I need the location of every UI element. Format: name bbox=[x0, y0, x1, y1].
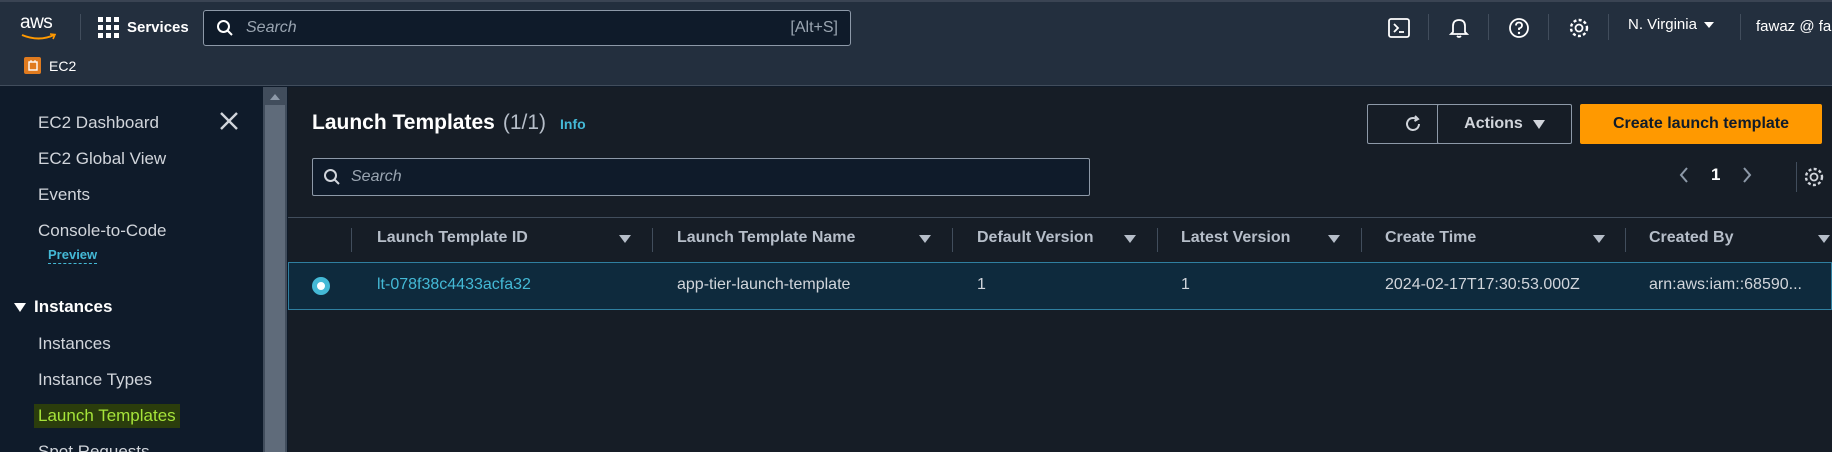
column-header-id[interactable]: Launch Template ID bbox=[377, 229, 528, 247]
column-header-create-time[interactable]: Create Time bbox=[1385, 229, 1476, 247]
divider bbox=[1740, 14, 1741, 40]
page-number[interactable]: 1 bbox=[1711, 165, 1720, 185]
page-title: Launch Templates (1/1) Info bbox=[312, 111, 586, 135]
aws-logo-text: aws bbox=[20, 12, 53, 33]
sidebar-item-instances[interactable]: Instances bbox=[38, 334, 111, 354]
services-label: Services bbox=[127, 18, 189, 36]
create-label: Create launch template bbox=[1612, 115, 1790, 132]
scrollbar-track[interactable] bbox=[265, 105, 285, 452]
column-header-latest-version[interactable]: Latest Version bbox=[1181, 229, 1290, 247]
search-icon bbox=[217, 20, 233, 36]
search-shortcut: [Alt+S] bbox=[790, 19, 838, 36]
aws-logo[interactable]: aws bbox=[20, 12, 62, 44]
section-label: Instances bbox=[34, 297, 113, 316]
table-header: Launch Template ID Launch Template Name … bbox=[288, 217, 1832, 262]
ec2-label: EC2 bbox=[49, 57, 77, 74]
close-icon[interactable] bbox=[218, 110, 240, 132]
cell-create-time: 2024-02-17T17:30:53.000Z bbox=[1385, 276, 1580, 293]
search-placeholder: Search bbox=[246, 19, 297, 36]
grid-icon bbox=[98, 16, 119, 38]
row-select-radio[interactable] bbox=[312, 277, 330, 295]
create-launch-template-button[interactable]: Create launch template bbox=[1580, 104, 1822, 144]
scroll-up-icon[interactable] bbox=[270, 94, 280, 100]
services-menu-button[interactable]: Services bbox=[98, 14, 189, 40]
cell-created-by: arn:aws:iam::68590... bbox=[1649, 276, 1802, 293]
filter-placeholder: Search bbox=[351, 168, 402, 185]
column-header-name[interactable]: Launch Template Name bbox=[677, 229, 855, 247]
region-selector[interactable]: N. Virginia bbox=[1628, 16, 1715, 33]
divider bbox=[1796, 162, 1797, 192]
top-navigation-bar: aws Services Search [Alt+S] N. Virginia bbox=[0, 0, 1832, 52]
ec2-icon bbox=[24, 57, 41, 74]
caret-down-icon bbox=[1532, 119, 1545, 129]
info-link[interactable]: Info bbox=[560, 116, 586, 132]
region-label: N. Virginia bbox=[1628, 16, 1697, 33]
divider bbox=[1608, 14, 1609, 40]
sidebar-item-launch-templates[interactable]: Launch Templates bbox=[34, 404, 180, 428]
caret-down-icon bbox=[1703, 21, 1714, 28]
divider bbox=[1488, 14, 1489, 40]
title-text: Launch Templates bbox=[312, 111, 495, 134]
table-settings-icon[interactable] bbox=[1803, 166, 1825, 188]
sidebar-item-events[interactable]: Events bbox=[38, 185, 90, 205]
sort-icon[interactable] bbox=[1818, 235, 1830, 243]
chevron-left-icon[interactable] bbox=[1679, 166, 1689, 184]
service-bar: EC2 bbox=[0, 52, 1832, 86]
sidebar-item-instance-types[interactable]: Instance Types bbox=[38, 370, 152, 390]
sidebar-section-instances[interactable]: Instances bbox=[14, 297, 112, 317]
search-icon bbox=[324, 169, 340, 185]
sidebar-item-spot-requests[interactable]: Spot Requests bbox=[38, 442, 150, 452]
cloudshell-icon[interactable] bbox=[1387, 16, 1411, 40]
column-divider bbox=[351, 228, 352, 252]
settings-icon[interactable] bbox=[1567, 16, 1591, 40]
sort-icon[interactable] bbox=[1593, 235, 1605, 243]
divider bbox=[80, 14, 81, 40]
sidebar-item-console-to-code[interactable]: Console-to-Code bbox=[38, 221, 167, 241]
sort-icon[interactable] bbox=[619, 235, 631, 243]
title-count: (1/1) bbox=[502, 111, 547, 134]
sort-icon[interactable] bbox=[919, 235, 931, 243]
column-divider[interactable] bbox=[1625, 228, 1626, 252]
main-content: Launch Templates (1/1) Info Actions Crea… bbox=[288, 87, 1832, 452]
pagination: 1 bbox=[1679, 165, 1752, 185]
preview-badge[interactable]: Preview bbox=[48, 247, 98, 264]
divider bbox=[1548, 14, 1549, 40]
column-divider[interactable] bbox=[952, 228, 953, 252]
column-divider[interactable] bbox=[652, 228, 653, 252]
help-icon[interactable] bbox=[1507, 16, 1531, 40]
bell-icon[interactable] bbox=[1447, 16, 1471, 40]
column-header-created-by[interactable]: Created By bbox=[1649, 229, 1733, 247]
filter-search-input[interactable]: Search bbox=[312, 158, 1090, 196]
cell-launch-template-name: app-tier-launch-template bbox=[677, 276, 851, 293]
ec2-service-link[interactable]: EC2 bbox=[24, 57, 76, 74]
caret-down-icon bbox=[14, 302, 26, 312]
column-divider[interactable] bbox=[1157, 228, 1158, 252]
account-menu[interactable]: fawaz @ fa bbox=[1756, 18, 1831, 35]
actions-button[interactable]: Actions bbox=[1437, 104, 1572, 144]
sidebar-item-ec2-global-view[interactable]: EC2 Global View bbox=[38, 149, 166, 169]
sidebar-item-ec2-dashboard[interactable]: EC2 Dashboard bbox=[38, 113, 159, 133]
global-search-input[interactable]: Search [Alt+S] bbox=[203, 10, 851, 46]
divider bbox=[1428, 14, 1429, 40]
cell-launch-template-id[interactable]: lt-078f38c4433acfa32 bbox=[377, 276, 531, 294]
user-label: fawaz @ fa bbox=[1756, 18, 1832, 35]
actions-label: Actions bbox=[1464, 115, 1523, 132]
column-header-default-version[interactable]: Default Version bbox=[977, 229, 1093, 247]
table-row[interactable]: lt-078f38c4433acfa32 app-tier-launch-tem… bbox=[288, 262, 1832, 310]
sidebar: EC2 Dashboard EC2 Global View Events Con… bbox=[0, 87, 263, 452]
sort-icon[interactable] bbox=[1124, 235, 1136, 243]
cell-latest-version: 1 bbox=[1181, 276, 1190, 293]
column-divider[interactable] bbox=[1361, 228, 1362, 252]
chevron-right-icon[interactable] bbox=[1742, 166, 1752, 184]
cell-default-version: 1 bbox=[977, 276, 986, 293]
sidebar-scrollbar[interactable] bbox=[263, 87, 287, 452]
launch-templates-table: Launch Template ID Launch Template Name … bbox=[288, 217, 1832, 310]
sort-icon[interactable] bbox=[1328, 235, 1340, 243]
refresh-icon bbox=[1406, 115, 1420, 131]
aws-smile-icon bbox=[21, 33, 57, 40]
